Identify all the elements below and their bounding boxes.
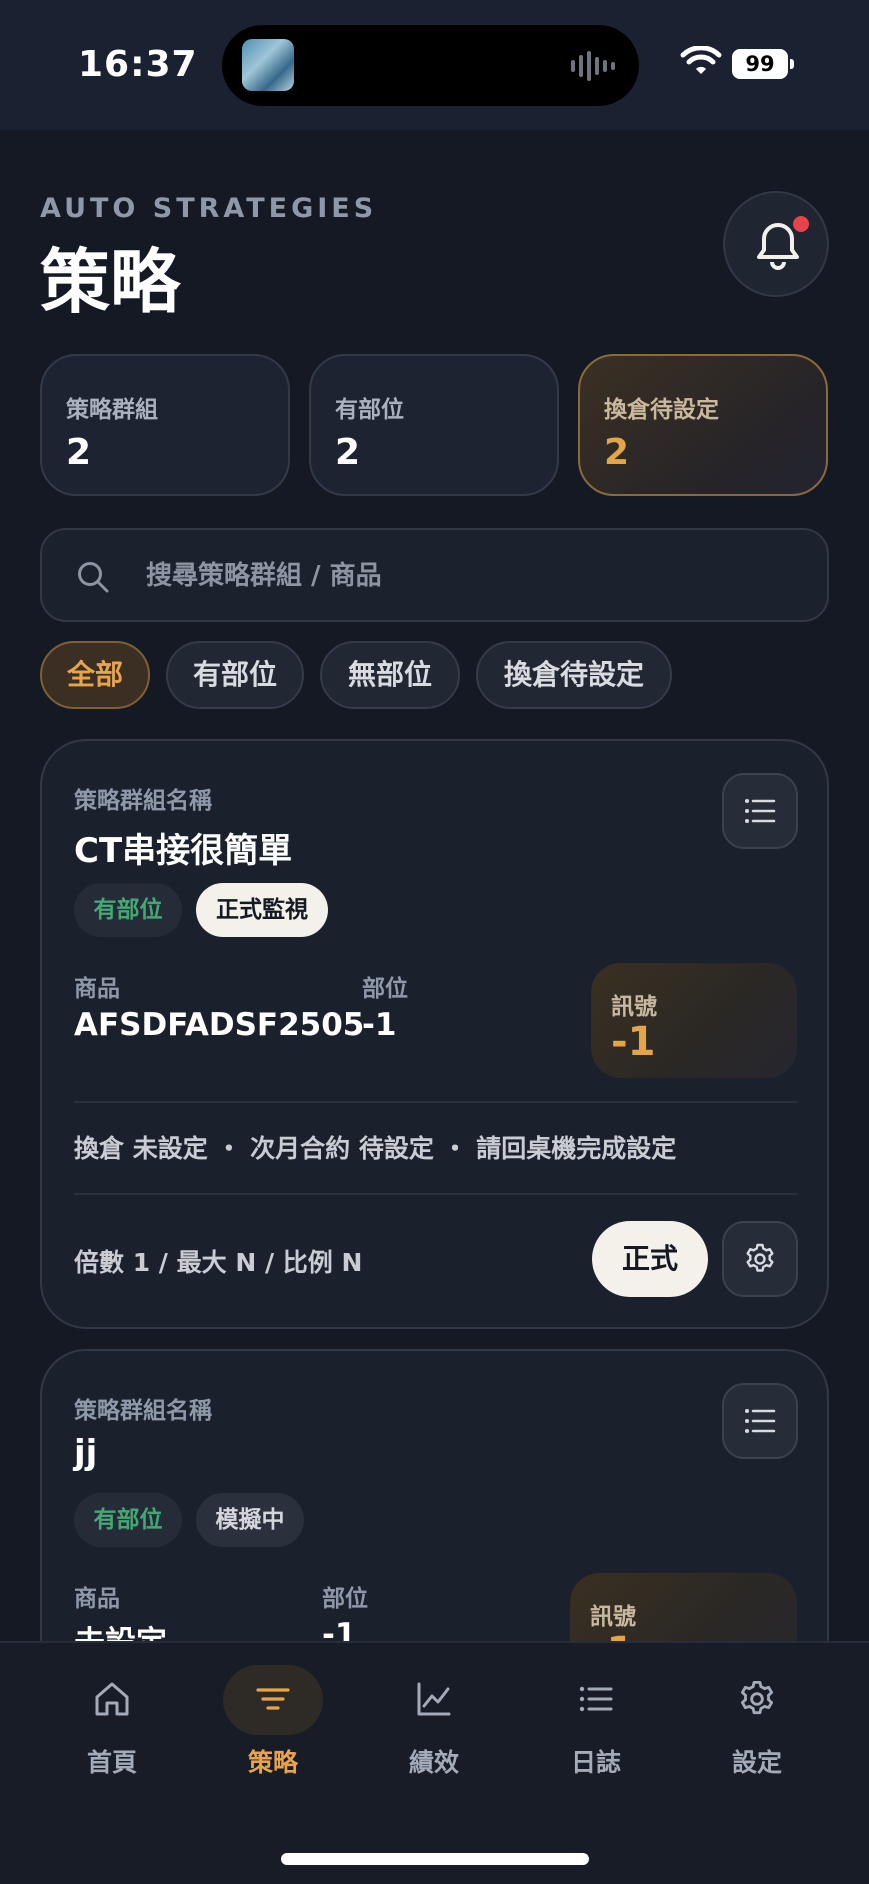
- search-icon: [78, 562, 109, 593]
- list-icon: [745, 799, 776, 823]
- stat-label: 換倉待設定: [604, 397, 719, 423]
- search-box[interactable]: [40, 528, 829, 622]
- nav-item-home[interactable]: 首頁: [32, 1643, 192, 1783]
- position-value: -1: [362, 1007, 397, 1043]
- group-name: jj: [74, 1433, 98, 1473]
- signal-label: 訊號: [590, 1604, 636, 1630]
- nav-label: 日誌: [570, 1748, 621, 1777]
- product-label: 商品: [74, 1586, 120, 1612]
- list-icon: [579, 1686, 613, 1712]
- tag-has-position: 有部位: [74, 1493, 182, 1547]
- dynamic-island[interactable]: [222, 25, 639, 106]
- audio-wave-icon: [571, 51, 615, 81]
- stat-card-rollover-pending[interactable]: 換倉待設定 2: [578, 354, 828, 496]
- group-name: CT串接很簡單: [74, 831, 293, 871]
- tag-has-position: 有部位: [74, 883, 182, 937]
- now-playing-thumbnail: [242, 39, 294, 91]
- page-title: 策略: [40, 241, 180, 323]
- status-bar: 16:37 99: [0, 0, 869, 130]
- stat-card-positions[interactable]: 有部位 2: [309, 354, 559, 496]
- chart-line-icon: [417, 1682, 451, 1716]
- nav-item-settings[interactable]: 設定: [677, 1643, 837, 1783]
- multiplier-info: 倍數 1 / 最大 N / 比例 N: [74, 1248, 363, 1277]
- stat-card-groups[interactable]: 策略群組 2: [40, 354, 290, 496]
- stat-label: 策略群組: [66, 397, 158, 423]
- signal-label: 訊號: [611, 994, 657, 1020]
- gear-icon: [746, 1243, 774, 1272]
- divider: [74, 1101, 797, 1103]
- notifications-button[interactable]: [723, 191, 829, 297]
- strategy-group-card[interactable]: 策略群組名稱 CT串接很簡單 有部位 正式監視 商品 AFSDFADSF2505…: [40, 739, 829, 1329]
- gear-icon: [740, 1680, 774, 1715]
- nav-item-strategies[interactable]: 策略: [193, 1643, 353, 1783]
- group-name-label: 策略群組名稱: [74, 1398, 212, 1424]
- nav-label: 績效: [408, 1748, 459, 1777]
- bottom-navigation: 首頁 策略 績效 日誌 設定: [0, 1641, 869, 1884]
- mode-button[interactable]: 正式: [592, 1221, 708, 1297]
- filter-chip-with-position[interactable]: 有部位: [166, 641, 304, 709]
- tag-live-monitoring: 正式監視: [196, 883, 328, 937]
- group-menu-button[interactable]: [722, 1383, 798, 1459]
- nav-label: 首頁: [86, 1748, 137, 1777]
- filter-chip-all[interactable]: 全部: [40, 641, 150, 709]
- product-label: 商品: [74, 976, 120, 1002]
- group-menu-button[interactable]: [722, 773, 798, 849]
- status-time: 16:37: [78, 44, 198, 85]
- stat-value: 2: [335, 432, 361, 473]
- nav-item-logs[interactable]: 日誌: [516, 1643, 676, 1783]
- wifi-icon: [680, 46, 722, 74]
- notification-badge: [790, 213, 812, 235]
- home-indicator[interactable]: [281, 1853, 589, 1865]
- tag-simulating: 模擬中: [196, 1493, 304, 1547]
- group-settings-button[interactable]: [722, 1221, 798, 1297]
- filter-chip-no-position[interactable]: 無部位: [320, 641, 460, 709]
- page-eyebrow: AUTO STRATEGIES: [40, 193, 378, 224]
- divider: [74, 1193, 797, 1195]
- product-value: AFSDFADSF2505: [74, 1007, 365, 1043]
- search-input[interactable]: [146, 548, 806, 604]
- nav-label: 設定: [731, 1748, 782, 1777]
- home-icon: [95, 1682, 129, 1716]
- list-icon: [745, 1409, 776, 1433]
- signal-value: -1: [611, 1019, 656, 1065]
- filter-icon: [256, 1688, 290, 1710]
- group-name-label: 策略群組名稱: [74, 788, 212, 814]
- stat-value: 2: [66, 432, 92, 473]
- filter-chip-rollover-pending[interactable]: 換倉待設定: [476, 641, 672, 709]
- signal-box: 訊號 -1: [591, 963, 797, 1078]
- stat-value: 2: [604, 432, 630, 473]
- nav-item-performance[interactable]: 績效: [354, 1643, 514, 1783]
- stat-label: 有部位: [335, 397, 404, 423]
- position-label: 部位: [322, 1586, 368, 1612]
- rollover-note: 換倉 未設定 ・ 次月合約 待設定 ・ 請回桌機完成設定: [74, 1134, 677, 1163]
- nav-label: 策略: [247, 1748, 298, 1777]
- position-label: 部位: [362, 976, 408, 1002]
- battery-indicator: 99: [732, 49, 794, 79]
